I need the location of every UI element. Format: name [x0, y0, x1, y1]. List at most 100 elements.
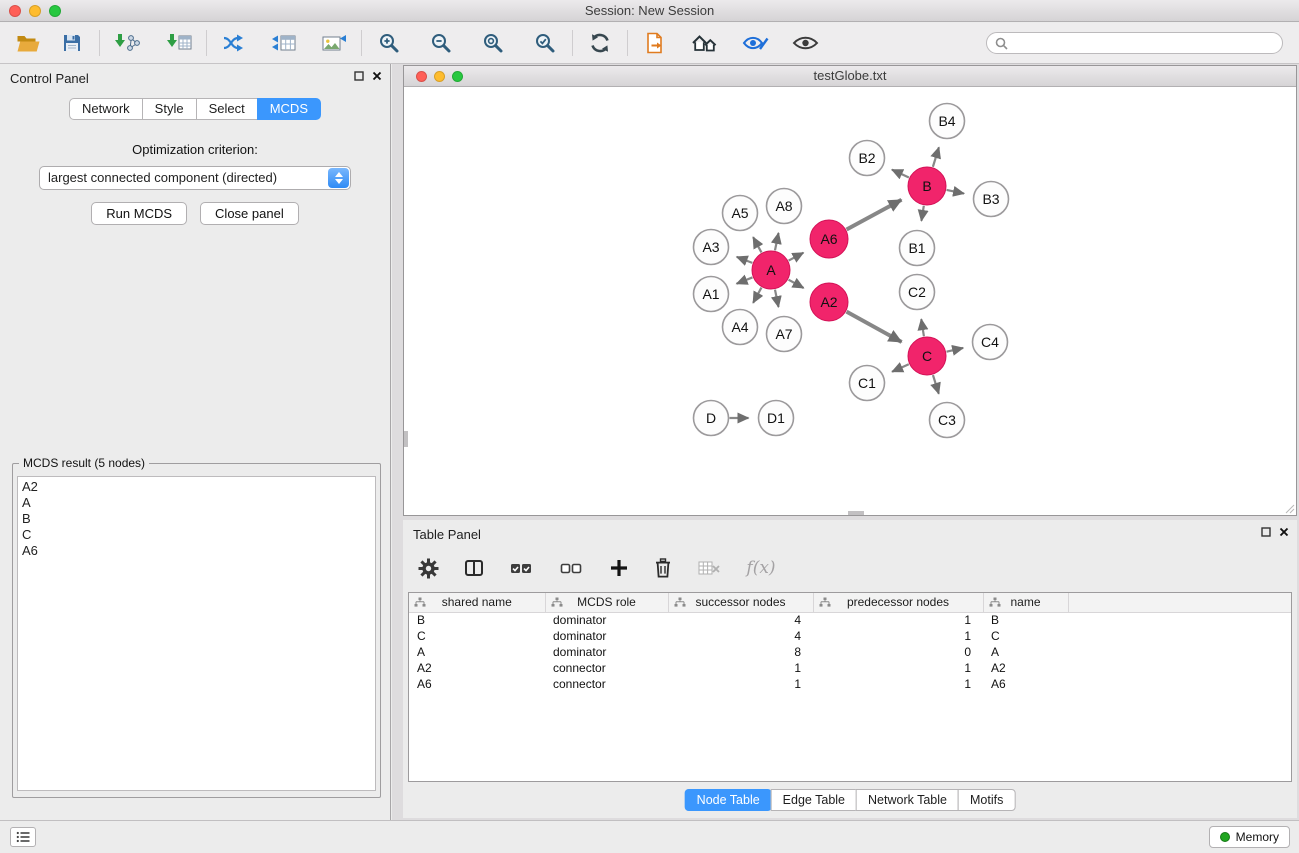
- table-row[interactable]: Adominator80A: [409, 644, 1291, 660]
- table-cell[interactable]: A2: [983, 660, 1068, 676]
- graph-edge-A2-C[interactable]: [847, 312, 902, 342]
- document-panel-button[interactable]: [637, 27, 673, 59]
- search-input[interactable]: [1013, 36, 1274, 50]
- tab-select[interactable]: Select: [196, 98, 258, 120]
- graph-edge-C-C1[interactable]: [892, 364, 909, 372]
- graph-edge-B-B1[interactable]: [921, 206, 923, 221]
- table-cell[interactable]: A6: [983, 676, 1068, 692]
- table-row[interactable]: Cdominator41C: [409, 628, 1291, 644]
- horizontal-scroll-thumb[interactable]: [848, 511, 864, 515]
- close-table-panel-icon[interactable]: [1279, 527, 1289, 537]
- table-cell[interactable]: 1: [813, 628, 983, 644]
- tab-node-table[interactable]: Node Table: [685, 789, 772, 811]
- resize-grip-icon[interactable]: [1283, 502, 1295, 514]
- list-item[interactable]: C: [22, 527, 371, 543]
- graph-node-A5[interactable]: A5: [723, 196, 758, 231]
- graph-node-A4[interactable]: A4: [723, 310, 758, 345]
- table-cell[interactable]: 0: [813, 644, 983, 660]
- memory-button[interactable]: Memory: [1209, 826, 1290, 848]
- graph-edge-A-A4[interactable]: [753, 288, 761, 303]
- graph-edge-A-A6[interactable]: [789, 253, 804, 261]
- graph-node-D[interactable]: D: [694, 401, 729, 436]
- table-cell[interactable]: B: [409, 612, 545, 628]
- table-cell[interactable]: A2: [409, 660, 545, 676]
- search-box[interactable]: [986, 32, 1283, 54]
- run-mcds-button[interactable]: Run MCDS: [91, 202, 187, 225]
- export-image-button[interactable]: [316, 27, 352, 59]
- table-cell[interactable]: 4: [668, 628, 813, 644]
- graph-node-A3[interactable]: A3: [694, 230, 729, 265]
- graph-node-C2[interactable]: C2: [900, 275, 935, 310]
- table-cell[interactable]: B: [983, 612, 1068, 628]
- import-network-button[interactable]: [109, 27, 145, 59]
- tab-motifs[interactable]: Motifs: [958, 789, 1015, 811]
- deselect-all-button[interactable]: [557, 552, 587, 584]
- tab-network[interactable]: Network: [69, 98, 143, 120]
- minimize-window-button[interactable]: [29, 5, 41, 17]
- graph-edge-C-C2[interactable]: [921, 319, 924, 336]
- table-row[interactable]: A6connector11A6: [409, 676, 1291, 692]
- table-cell[interactable]: dominator: [545, 644, 668, 660]
- refresh-button[interactable]: [582, 27, 618, 59]
- tab-mcds[interactable]: MCDS: [257, 98, 321, 120]
- table-cell[interactable]: A6: [409, 676, 545, 692]
- graph-node-B[interactable]: B: [908, 167, 946, 205]
- list-item[interactable]: B: [22, 511, 371, 527]
- column-header[interactable]: predecessor nodes: [813, 593, 983, 612]
- table-cell[interactable]: 1: [668, 676, 813, 692]
- table-cell[interactable]: 1: [813, 676, 983, 692]
- graph-edge-A-A2[interactable]: [789, 280, 804, 288]
- column-header[interactable]: successor nodes: [668, 593, 813, 612]
- column-header[interactable]: MCDS role: [545, 593, 668, 612]
- tab-network-table[interactable]: Network Table: [856, 789, 959, 811]
- graph-node-A2[interactable]: A2: [810, 283, 848, 321]
- graph-node-B2[interactable]: B2: [850, 141, 885, 176]
- graph-node-B3[interactable]: B3: [974, 182, 1009, 217]
- graph-edge-B-B3[interactable]: [947, 190, 964, 194]
- table-cell[interactable]: 1: [813, 612, 983, 628]
- graph-node-A1[interactable]: A1: [694, 277, 729, 312]
- table-cell[interactable]: 8: [668, 644, 813, 660]
- graph-edge-A-A5[interactable]: [753, 237, 761, 252]
- table-cell[interactable]: dominator: [545, 628, 668, 644]
- new-table-button[interactable]: [266, 27, 302, 59]
- list-item[interactable]: A: [22, 495, 371, 511]
- table-cell[interactable]: connector: [545, 676, 668, 692]
- graph-node-A8[interactable]: A8: [767, 189, 802, 224]
- graph-edge-A6-B[interactable]: [847, 200, 902, 230]
- function-builder-button[interactable]: f(x): [743, 552, 779, 584]
- graph-node-B4[interactable]: B4: [930, 104, 965, 139]
- list-item[interactable]: A6: [22, 543, 371, 559]
- graph-node-C[interactable]: C: [908, 337, 946, 375]
- table-cell[interactable]: connector: [545, 660, 668, 676]
- table-row[interactable]: A2connector11A2: [409, 660, 1291, 676]
- table-cell[interactable]: A: [409, 644, 545, 660]
- vertical-scroll-thumb[interactable]: [404, 431, 408, 447]
- graph-node-A6[interactable]: A6: [810, 220, 848, 258]
- graphics-details-button[interactable]: [737, 27, 773, 59]
- graph-node-A[interactable]: A: [752, 251, 790, 289]
- zoom-out-button[interactable]: [423, 27, 459, 59]
- graph-node-C3[interactable]: C3: [930, 403, 965, 438]
- float-panel-icon[interactable]: [354, 71, 364, 81]
- table-cell[interactable]: C: [983, 628, 1068, 644]
- table-cell[interactable]: dominator: [545, 612, 668, 628]
- table-settings-button[interactable]: [415, 552, 441, 584]
- delete-column-button[interactable]: [651, 552, 675, 584]
- zoom-fit-button[interactable]: [475, 27, 511, 59]
- optimization-criterion-dropdown[interactable]: largest connected component (directed): [39, 166, 351, 190]
- graph-node-C1[interactable]: C1: [850, 366, 885, 401]
- graph-node-B1[interactable]: B1: [900, 231, 935, 266]
- zoom-in-button[interactable]: [371, 27, 407, 59]
- new-network-button[interactable]: [216, 27, 252, 59]
- graph-edge-C-C4[interactable]: [947, 348, 964, 352]
- tab-edge-table[interactable]: Edge Table: [771, 789, 857, 811]
- save-session-button[interactable]: [54, 27, 90, 59]
- graph-edge-A-A1[interactable]: [737, 277, 753, 283]
- overview-button[interactable]: [687, 27, 723, 59]
- mcds-result-list[interactable]: A2ABCA6: [17, 476, 376, 791]
- tab-style[interactable]: Style: [142, 98, 197, 120]
- table-row[interactable]: Bdominator41B: [409, 612, 1291, 628]
- minimize-network-button[interactable]: [434, 71, 445, 82]
- select-all-button[interactable]: [507, 552, 537, 584]
